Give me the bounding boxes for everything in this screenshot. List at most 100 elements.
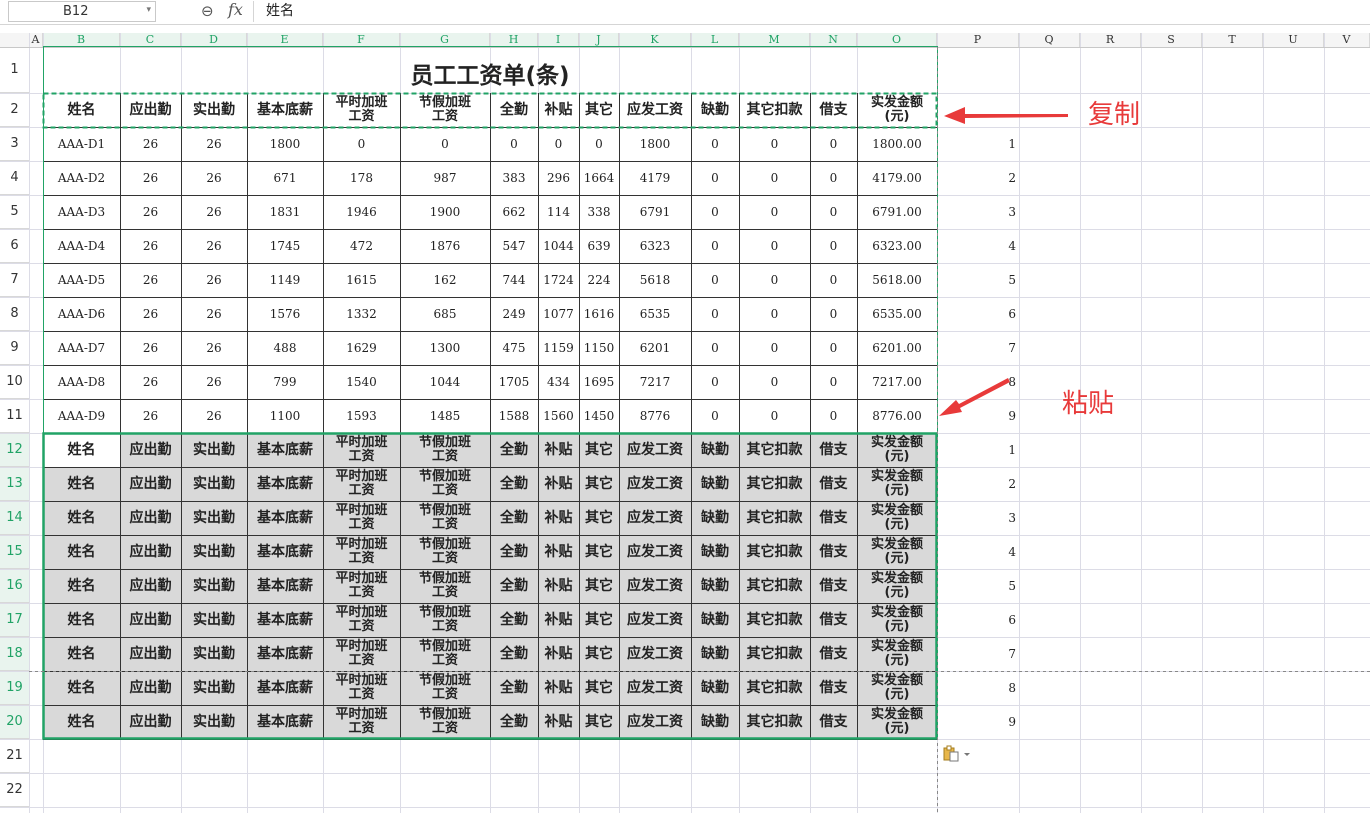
cell-D3[interactable]: 26	[181, 127, 247, 161]
column-header[interactable]: A	[29, 33, 43, 47]
cell-I14[interactable]: 补贴	[538, 501, 579, 535]
cell-E11[interactable]: 1100	[247, 399, 323, 433]
cell-O17[interactable]: 实发金额 (元)	[857, 603, 937, 637]
cell-G17[interactable]: 节假加班 工资	[400, 603, 490, 637]
cell-P4[interactable]: 2	[937, 161, 1019, 195]
cell-M10[interactable]: 0	[739, 365, 810, 399]
cell-M11[interactable]: 0	[739, 399, 810, 433]
cell-N2[interactable]: 借支	[810, 93, 857, 127]
cell-F6[interactable]: 472	[323, 229, 400, 263]
row-header[interactable]: 7	[0, 263, 29, 297]
cell-F11[interactable]: 1593	[323, 399, 400, 433]
cell-E17[interactable]: 基本底薪	[247, 603, 323, 637]
cell-C5[interactable]: 26	[120, 195, 181, 229]
cell-C14[interactable]: 应出勤	[120, 501, 181, 535]
cell-C19[interactable]: 应出勤	[120, 671, 181, 705]
cell-B18[interactable]: 姓名	[43, 637, 120, 671]
cell-L14[interactable]: 缺勤	[691, 501, 739, 535]
cell-M18[interactable]: 其它扣款	[739, 637, 810, 671]
column-header[interactable]: L	[691, 33, 739, 47]
row-header[interactable]: 4	[0, 161, 29, 195]
cell-G5[interactable]: 1900	[400, 195, 490, 229]
cell-H4[interactable]: 383	[490, 161, 538, 195]
cell-L13[interactable]: 缺勤	[691, 467, 739, 501]
column-header[interactable]: M	[739, 33, 810, 47]
cell-F2[interactable]: 平时加班 工资	[323, 93, 400, 127]
cell-D14[interactable]: 实出勤	[181, 501, 247, 535]
cell-I10[interactable]: 434	[538, 365, 579, 399]
cell-G2[interactable]: 节假加班 工资	[400, 93, 490, 127]
cell-H20[interactable]: 全勤	[490, 705, 538, 739]
cell-E20[interactable]: 基本底薪	[247, 705, 323, 739]
cell-D15[interactable]: 实出勤	[181, 535, 247, 569]
cell-J16[interactable]: 其它	[579, 569, 619, 603]
cell-M15[interactable]: 其它扣款	[739, 535, 810, 569]
cell-H5[interactable]: 662	[490, 195, 538, 229]
cell-K2[interactable]: 应发工资	[619, 93, 691, 127]
cell-N3[interactable]: 0	[810, 127, 857, 161]
cell-M19[interactable]: 其它扣款	[739, 671, 810, 705]
column-header[interactable]: H	[490, 33, 538, 47]
cell-G10[interactable]: 1044	[400, 365, 490, 399]
cell-H13[interactable]: 全勤	[490, 467, 538, 501]
cell-D6[interactable]: 26	[181, 229, 247, 263]
cell-I3[interactable]: 0	[538, 127, 579, 161]
cell-C13[interactable]: 应出勤	[120, 467, 181, 501]
column-header[interactable]: D	[181, 33, 247, 47]
column-header[interactable]: I	[538, 33, 579, 47]
cell-P20[interactable]: 9	[937, 705, 1019, 739]
cell-F5[interactable]: 1946	[323, 195, 400, 229]
cell-L20[interactable]: 缺勤	[691, 705, 739, 739]
cell-E2[interactable]: 基本底薪	[247, 93, 323, 127]
cell-J14[interactable]: 其它	[579, 501, 619, 535]
column-header[interactable]: B	[43, 33, 120, 47]
cell-M20[interactable]: 其它扣款	[739, 705, 810, 739]
cell-I12[interactable]: 补贴	[538, 433, 579, 467]
column-header[interactable]: P	[937, 33, 1019, 47]
cell-O11[interactable]: 8776.00	[857, 399, 937, 433]
cell-O8[interactable]: 6535.00	[857, 297, 937, 331]
cell-P9[interactable]: 7	[937, 331, 1019, 365]
cell-G14[interactable]: 节假加班 工资	[400, 501, 490, 535]
cell-O15[interactable]: 实发金额 (元)	[857, 535, 937, 569]
cell-E16[interactable]: 基本底薪	[247, 569, 323, 603]
cell-P3[interactable]: 1	[937, 127, 1019, 161]
row-header[interactable]: 2	[0, 93, 29, 127]
cell-E9[interactable]: 488	[247, 331, 323, 365]
cell-I20[interactable]: 补贴	[538, 705, 579, 739]
cell-D5[interactable]: 26	[181, 195, 247, 229]
cell-D16[interactable]: 实出勤	[181, 569, 247, 603]
cell-D18[interactable]: 实出勤	[181, 637, 247, 671]
cell-K9[interactable]: 6201	[619, 331, 691, 365]
cell-N10[interactable]: 0	[810, 365, 857, 399]
formula-input[interactable]: 姓名	[253, 1, 1370, 22]
cell-C16[interactable]: 应出勤	[120, 569, 181, 603]
cell-I13[interactable]: 补贴	[538, 467, 579, 501]
cell-F12[interactable]: 平时加班 工资	[323, 433, 400, 467]
cell-I16[interactable]: 补贴	[538, 569, 579, 603]
cell-M2[interactable]: 其它扣款	[739, 93, 810, 127]
cell-N4[interactable]: 0	[810, 161, 857, 195]
cell-K3[interactable]: 1800	[619, 127, 691, 161]
cell-J20[interactable]: 其它	[579, 705, 619, 739]
cell-K4[interactable]: 4179	[619, 161, 691, 195]
cell-G4[interactable]: 987	[400, 161, 490, 195]
cell-G19[interactable]: 节假加班 工资	[400, 671, 490, 705]
cell-K19[interactable]: 应发工资	[619, 671, 691, 705]
cell-C12[interactable]: 应出勤	[120, 433, 181, 467]
row-header[interactable]: 6	[0, 229, 29, 263]
row-header[interactable]: 18	[0, 637, 29, 671]
cell-O7[interactable]: 5618.00	[857, 263, 937, 297]
row-header[interactable]: 17	[0, 603, 29, 637]
cell-N7[interactable]: 0	[810, 263, 857, 297]
cell-O18[interactable]: 实发金额 (元)	[857, 637, 937, 671]
clipboard-icon[interactable]	[942, 745, 972, 763]
cell-J13[interactable]: 其它	[579, 467, 619, 501]
cell-B14[interactable]: 姓名	[43, 501, 120, 535]
cell-J10[interactable]: 1695	[579, 365, 619, 399]
cell-N17[interactable]: 借支	[810, 603, 857, 637]
cell-P7[interactable]: 5	[937, 263, 1019, 297]
cell-I18[interactable]: 补贴	[538, 637, 579, 671]
cell-C6[interactable]: 26	[120, 229, 181, 263]
cell-F19[interactable]: 平时加班 工资	[323, 671, 400, 705]
